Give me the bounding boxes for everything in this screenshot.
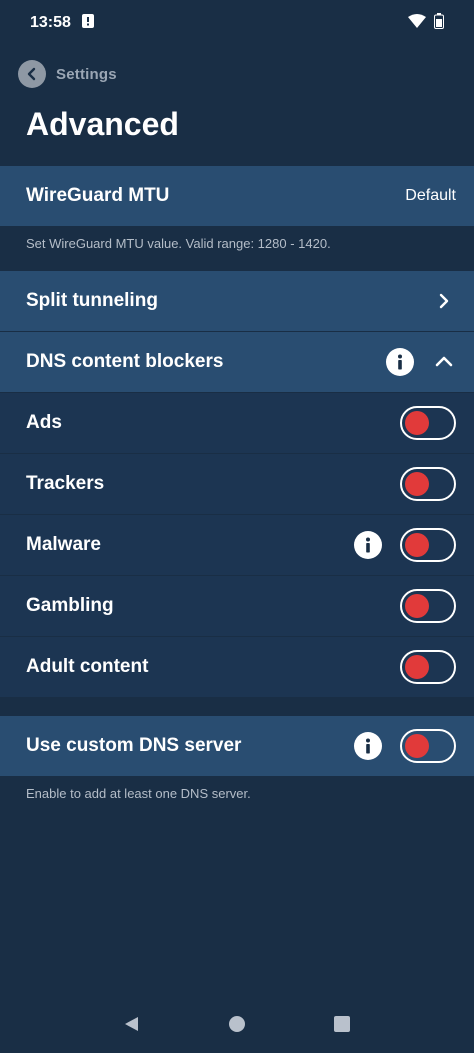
blocker-ads-row: Ads [0,393,474,453]
wireguard-mtu-label: WireGuard MTU [26,185,170,206]
status-bar: 13:58 [0,0,474,46]
chevron-right-icon [432,289,456,313]
battery-icon [434,12,444,34]
malware-info-icon[interactable] [354,531,382,559]
blocker-gambling-label: Gambling [26,595,114,616]
wifi-icon [408,13,426,33]
back-arrow-icon[interactable] [18,60,46,88]
custom-dns-footer: Enable to add at least one DNS server. [26,786,251,801]
ads-toggle[interactable] [400,406,456,440]
blocker-malware-label: Malware [26,534,101,555]
custom-dns-label: Use custom DNS server [26,735,242,756]
blocker-ads-label: Ads [26,412,62,433]
chevron-up-icon[interactable] [432,350,456,374]
blocker-trackers-row: Trackers [0,454,474,514]
custom-dns-row[interactable]: Use custom DNS server [0,716,474,776]
custom-dns-toggle[interactable] [400,729,456,763]
trackers-toggle[interactable] [400,467,456,501]
blocker-malware-row: Malware [0,515,474,575]
wireguard-mtu-footer: Set WireGuard MTU value. Valid range: 12… [26,236,331,251]
adult-content-toggle[interactable] [400,650,456,684]
gambling-toggle[interactable] [400,589,456,623]
back-navigation[interactable]: Settings [18,60,117,88]
blocker-adult-content-label: Adult content [26,656,149,677]
split-tunneling-row[interactable]: Split tunneling [0,271,474,331]
system-nav-bar [0,1000,474,1053]
nav-back-icon[interactable] [123,1015,141,1038]
custom-dns-info-icon[interactable] [354,732,382,760]
info-icon[interactable] [386,348,414,376]
dns-content-blockers-label: DNS content blockers [26,351,224,372]
page-title: Advanced [26,106,179,142]
nav-recents-icon[interactable] [333,1015,351,1038]
back-label[interactable]: Settings [56,66,117,83]
split-tunneling-label: Split tunneling [26,290,158,311]
notification-icon [81,13,95,34]
blocker-adult-content-row: Adult content [0,637,474,697]
wireguard-mtu-value[interactable]: Default [405,187,456,205]
blocker-trackers-label: Trackers [26,473,105,494]
wireguard-mtu-row[interactable]: WireGuard MTU Default [0,166,474,226]
blocker-gambling-row: Gambling [0,576,474,636]
status-time: 13:58 [30,14,71,31]
dns-content-blockers-row[interactable]: DNS content blockers [0,332,474,392]
malware-toggle[interactable] [400,528,456,562]
nav-home-icon[interactable] [228,1015,246,1038]
